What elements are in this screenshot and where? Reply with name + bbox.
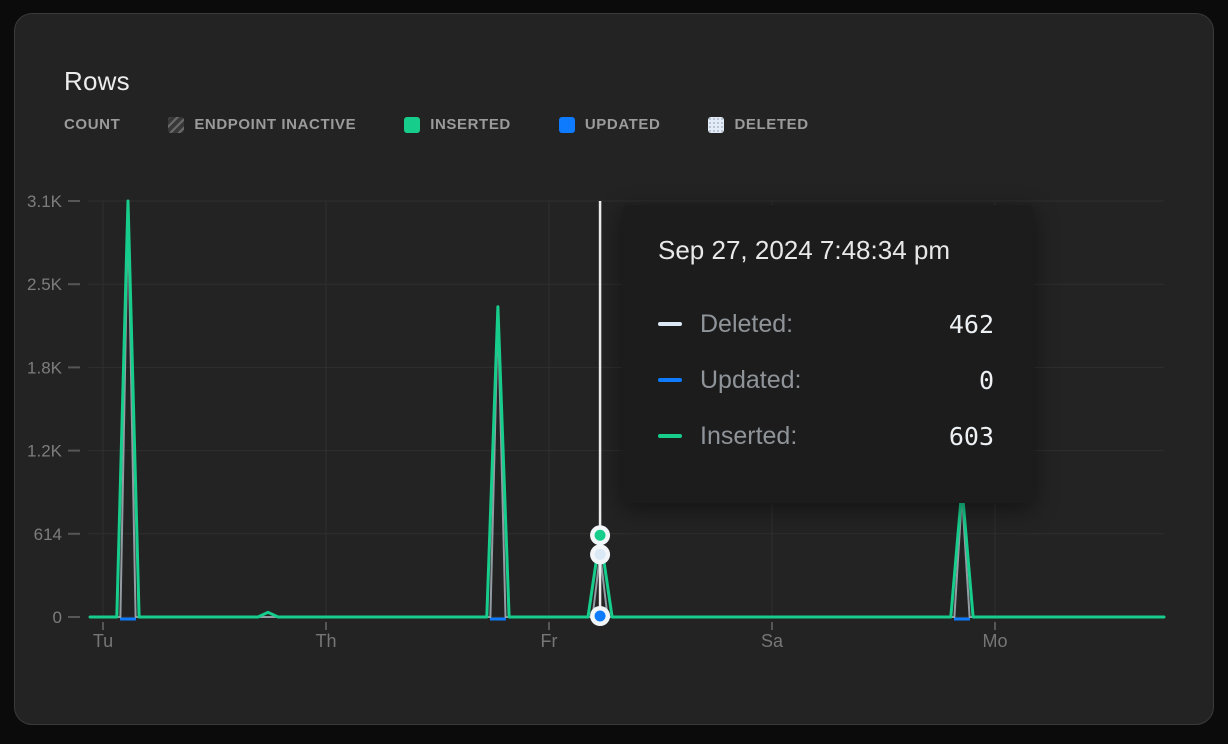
legend-label: UPDATED (585, 116, 661, 133)
y-tick-label: 1.2K (27, 442, 63, 461)
legend-item-inserted[interactable]: INSERTED (404, 116, 511, 133)
tooltip-row-deleted-: Deleted: 462 (658, 304, 994, 344)
tooltip-series-value: 0 (979, 366, 994, 395)
x-tick-label: Mo (982, 631, 1007, 651)
x-tick-label: Sa (761, 631, 784, 651)
y-tick-label: 0 (53, 608, 62, 627)
hover-marker-updated (595, 611, 606, 622)
legend-swatch-endpoint-inactive (168, 117, 184, 133)
tooltip-rows: Deleted: 462 Updated: 0 Inserted: 603 (658, 304, 994, 456)
tooltip-series-label: Inserted: (700, 422, 797, 451)
tooltip-timestamp: Sep 27, 2024 7:48:34 pm (658, 235, 994, 266)
tooltip-series-label: Deleted: (700, 310, 793, 339)
legend-label: ENDPOINT INACTIVE (194, 116, 356, 133)
tooltip-row-inserted-: Inserted: 603 (658, 416, 994, 456)
tooltip-series-value: 462 (949, 310, 994, 339)
x-tick-label: Tu (93, 631, 113, 651)
y-tick-label: 2.5K (27, 275, 63, 294)
legend-item-endpoint-inactive[interactable]: ENDPOINT INACTIVE (168, 116, 356, 133)
chart-tooltip: Sep 27, 2024 7:48:34 pm Deleted: 462 Updat… (622, 205, 1034, 503)
tooltip-series-label: Updated: (700, 366, 801, 395)
panel-title: Rows (64, 66, 130, 97)
tooltip-series-value: 603 (949, 422, 994, 451)
legend-label: INSERTED (430, 116, 511, 133)
y-tick-label: 614 (34, 525, 62, 544)
legend-label: COUNT (64, 116, 120, 133)
legend-item-count[interactable]: COUNT (64, 116, 120, 133)
legend-swatch-updated (559, 117, 575, 133)
x-tick-label: Th (315, 631, 336, 651)
tooltip-series-dash (658, 378, 682, 382)
tooltip-series-dash (658, 434, 682, 438)
legend-swatch-inserted (404, 117, 420, 133)
hover-marker-deleted (595, 549, 606, 560)
hover-marker-inserted (595, 530, 606, 541)
legend-item-deleted[interactable]: DELETED (708, 116, 808, 133)
legend-label: DELETED (734, 116, 808, 133)
legend-swatch-deleted (708, 117, 724, 133)
y-tick-label: 1.8K (27, 358, 63, 377)
tooltip-series-dash (658, 322, 682, 326)
page: Rows COUNT ENDPOINT INACTIVE INSERTED UPDAT… (0, 0, 1228, 744)
legend-item-updated[interactable]: UPDATED (559, 116, 661, 133)
chart-canvas[interactable]: 3.1K 2.5K 1.8K 1.2K 614 0 Tu Th Fr Sa Mo (0, 0, 1228, 744)
y-tick-label: 3.1K (27, 192, 63, 211)
x-tick-label: Fr (541, 631, 558, 651)
chart-legend: COUNT ENDPOINT INACTIVE INSERTED UPDATED DEL… (64, 116, 809, 133)
tooltip-row-updated-: Updated: 0 (658, 360, 994, 400)
